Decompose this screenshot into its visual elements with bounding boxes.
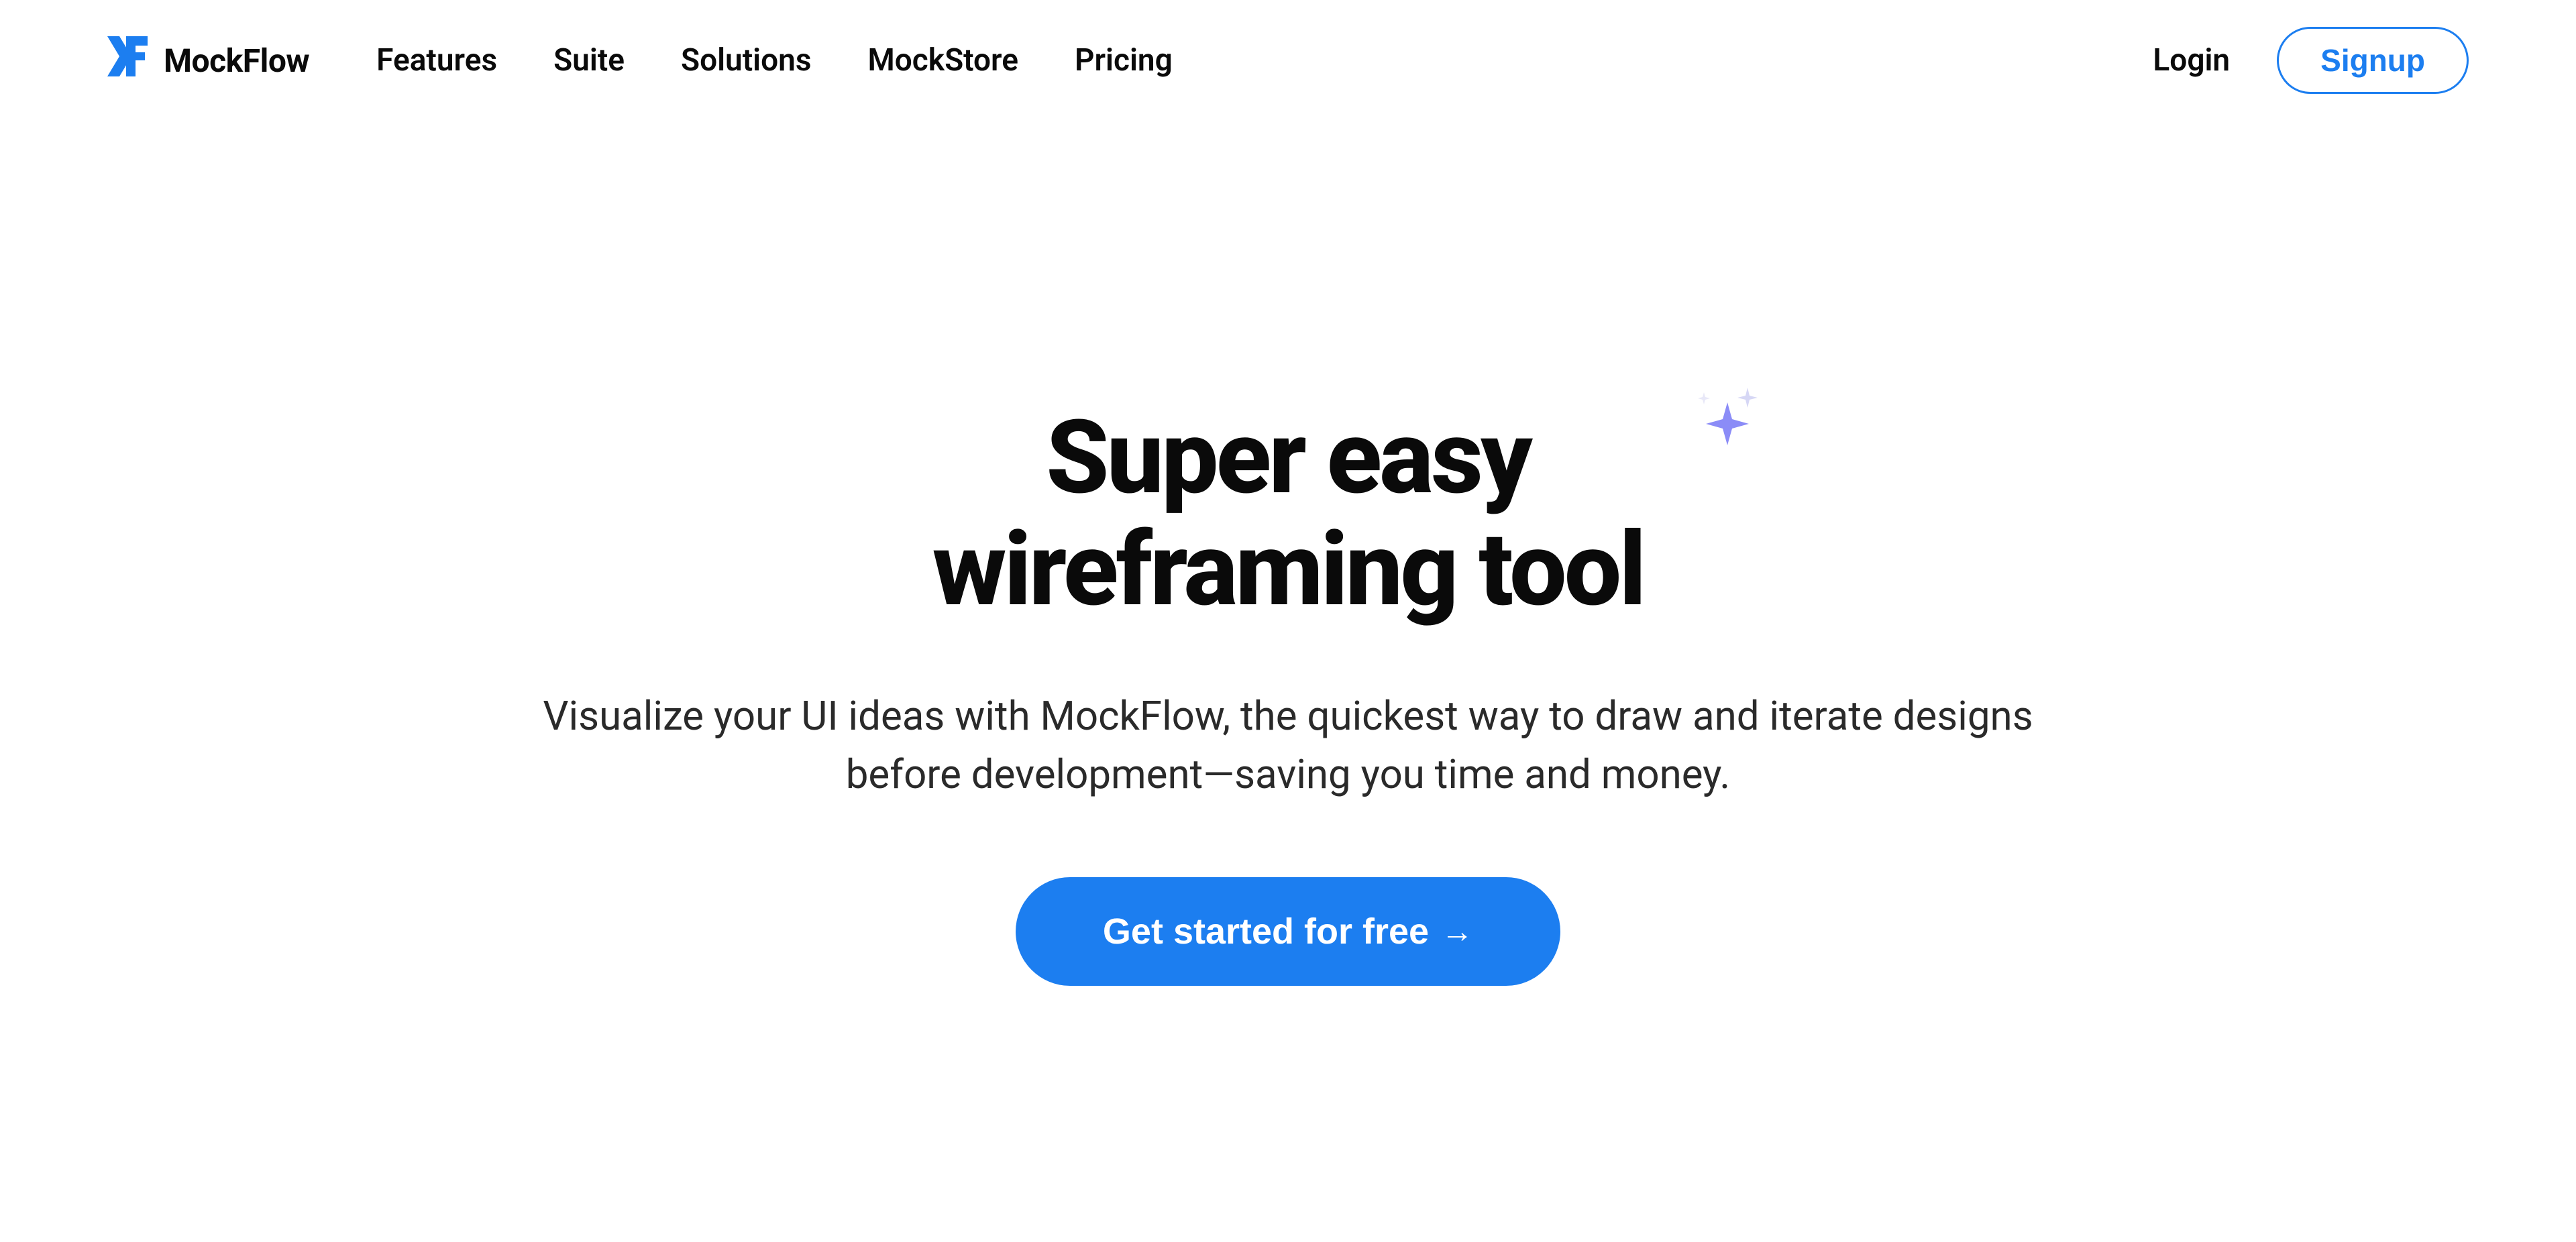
sparkle-icon <box>1690 382 1764 456</box>
hero-section: Super easy wireframing tool Visualize yo… <box>0 402 2576 986</box>
login-link[interactable]: Login <box>2153 42 2230 78</box>
nav-features[interactable]: Features <box>376 42 497 78</box>
logo-icon <box>107 36 156 84</box>
logo[interactable]: MockFlow <box>107 36 309 84</box>
get-started-button[interactable]: Get started for free → <box>1016 877 1560 986</box>
main-nav: Features Suite Solutions MockStore Prici… <box>376 42 1173 78</box>
arrow-right-icon: → <box>1441 913 1473 950</box>
hero-title: Super easy wireframing tool <box>932 402 1644 626</box>
auth-actions: Login Signup <box>2153 27 2469 94</box>
nav-suite[interactable]: Suite <box>553 42 625 78</box>
nav-solutions[interactable]: Solutions <box>681 42 812 78</box>
signup-button[interactable]: Signup <box>2277 27 2469 94</box>
hero-title-line2: wireframing tool <box>932 510 1644 630</box>
hero-title-wrapper: Super easy wireframing tool <box>932 402 1644 626</box>
hero-title-line1: Super easy <box>1046 398 1529 518</box>
header: MockFlow Features Suite Solutions MockSt… <box>0 0 2576 94</box>
hero-subtitle: Visualize your UI ideas with MockFlow, t… <box>483 687 2093 803</box>
nav-mockstore[interactable]: MockStore <box>868 42 1018 78</box>
cta-label: Get started for free <box>1103 911 1429 952</box>
logo-text: MockFlow <box>164 42 309 80</box>
nav-pricing[interactable]: Pricing <box>1075 42 1173 78</box>
